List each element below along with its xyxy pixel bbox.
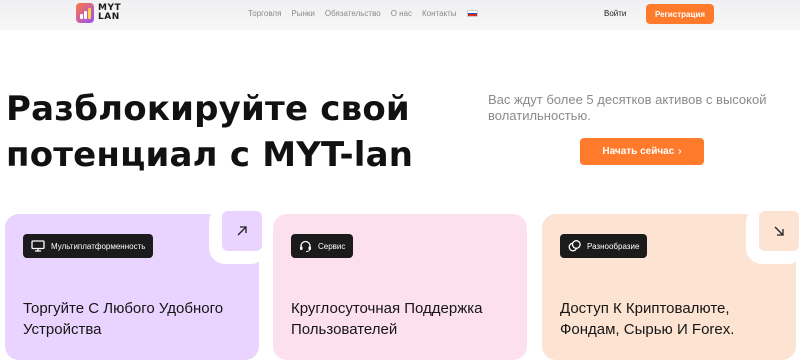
start-now-button[interactable]: Начать сейчас › (580, 138, 704, 165)
feature-card-service: Сервис Круглосуточная Поддержка Пользова… (273, 214, 527, 360)
coins-icon (568, 240, 581, 252)
card-tag-label: Разнообразие (587, 241, 640, 251)
logo[interactable]: MYT LAN (76, 3, 121, 23)
card-notch (746, 206, 800, 264)
monitor-icon (31, 240, 45, 252)
main-nav: Торговля Рынки Обязательство О нас Конта… (248, 9, 478, 18)
feature-card-multiplatform: Мультиплатформенность Торгуйте С Любого … (5, 206, 267, 360)
logo-icon (76, 3, 94, 23)
arrow-up-right-icon (237, 226, 247, 236)
arrow-down-right-icon (774, 226, 784, 236)
nav-item-about[interactable]: О нас (391, 9, 412, 18)
login-link[interactable]: Войти (604, 9, 626, 18)
hero-subtitle: Вас ждут более 5 десятков активов с высо… (488, 92, 767, 123)
hero-title-line2: потенциал с MYT-lan (6, 135, 414, 175)
card-notch (209, 206, 267, 264)
nav-item-contacts[interactable]: Контакты (422, 9, 457, 18)
logo-line2: LAN (98, 12, 120, 22)
nav-item-trading[interactable]: Торговля (248, 9, 281, 18)
arrow-up-right-button[interactable] (222, 211, 262, 251)
arrow-down-right-button[interactable] (759, 211, 799, 251)
headset-icon (300, 240, 311, 252)
card-tag-label: Сервис (318, 241, 346, 251)
nav-item-markets[interactable]: Рынки (291, 9, 314, 18)
nav-item-commitment[interactable]: Обязательство (325, 9, 381, 18)
card-tag: Сервис (291, 234, 354, 258)
card-tag-label: Мультиплатформенность (51, 241, 146, 251)
card-text: Круглосуточная Поддержка Пользователей (291, 300, 483, 338)
card-tag: Разнообразие (560, 234, 648, 258)
hero-title-line1: Разблокируйте свой (6, 89, 410, 129)
card-text: Доступ К Криптовалюте, Фондам, Сырью И F… (560, 300, 735, 338)
logo-text: MYT LAN (98, 4, 121, 22)
russian-flag-icon[interactable] (466, 10, 478, 17)
top-bar: MYT LAN Торговля Рынки Обязательство О н… (0, 0, 800, 30)
feature-card-variety: Разнообразие Доступ К Криптовалюте, Фонд… (542, 206, 800, 360)
card-tag: Мультиплатформенность (23, 234, 154, 258)
start-now-label: Начать сейчас (602, 146, 675, 157)
card-text: Торгуйте С Любого Удобного Устройства (23, 300, 224, 338)
register-button[interactable]: Регистрация (646, 4, 714, 24)
hero-title: Разблокируйте свой потенциал с MYT-lan (6, 86, 426, 178)
chevron-right-icon: › (678, 146, 682, 157)
